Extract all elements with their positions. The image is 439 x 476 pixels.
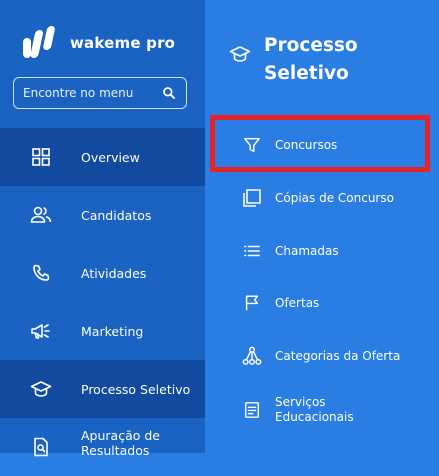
submenu-item-ofertas[interactable]: Ofertas (205, 283, 439, 323)
list-icon (241, 240, 263, 262)
sidebar-item-label: Apuração de Resultados (81, 428, 160, 458)
menu-search (13, 77, 187, 109)
sidebar-item-processo-seletivo[interactable]: Processo Seletivo (0, 360, 205, 418)
graduation-cap-icon (30, 378, 52, 400)
submenu-item-copias-de-concurso[interactable]: Cópias de Concurso (205, 178, 439, 218)
sidebar-item-marketing[interactable]: Marketing (0, 302, 205, 360)
graduation-cap-icon (229, 44, 255, 70)
submenu-panel: Processo Seletivo Concursos Cópias de Co… (205, 0, 439, 453)
megaphone-icon (30, 320, 52, 342)
sidebar-item-atividades[interactable]: Atividades (0, 244, 205, 302)
copy-icon (241, 187, 263, 209)
document-search-icon (30, 436, 52, 458)
search-icon[interactable] (162, 86, 176, 100)
highlight-box (210, 115, 430, 172)
submenu-header: Processo Seletivo (229, 32, 394, 88)
page-title: Processo Seletivo (264, 35, 358, 84)
submenu-item-label: Chamadas (275, 243, 339, 258)
submenu-item-label: Categorias da Oferta (275, 348, 401, 363)
submenu-item-label: Cópias de Concurso (275, 190, 394, 205)
sidebar-item-candidatos[interactable]: Candidatos (0, 186, 205, 244)
submenu-item-servicos-educacionais[interactable]: Serviços Educacionais (205, 388, 439, 432)
sidebar-nav: Overview Candidatos Atividades Marketing… (0, 128, 205, 476)
users-icon (30, 204, 52, 226)
grid-icon (30, 146, 52, 168)
phone-icon (30, 262, 52, 284)
brand[interactable]: wakeme pro (20, 24, 175, 62)
submenu-item-categorias-da-oferta[interactable]: Categorias da Oferta (205, 336, 439, 376)
sidebar-item-label: Atividades (81, 265, 147, 281)
document-icon (241, 399, 263, 421)
search-input[interactable] (23, 86, 162, 100)
hierarchy-icon (241, 345, 263, 367)
sidebar-item-label: Overview (81, 149, 140, 165)
submenu-item-chamadas[interactable]: Chamadas (205, 231, 439, 271)
submenu-item-label: Ofertas (275, 295, 320, 310)
sidebar-item-label: Marketing (81, 323, 144, 339)
flag-icon (241, 292, 263, 314)
submenu-item-label: Serviços Educacionais (275, 395, 354, 424)
sidebar-item-label: Candidatos (81, 207, 152, 223)
sidebar: wakeme pro Overview Candidatos Atividade… (0, 0, 205, 458)
sidebar-item-label: Processo Seletivo (81, 381, 191, 397)
sidebar-item-apuracao-resultados[interactable]: Apuração de Resultados (0, 418, 205, 476)
sidebar-item-overview[interactable]: Overview (0, 128, 205, 186)
wakeme-logo-icon (20, 24, 56, 62)
brand-name: wakeme pro (70, 34, 176, 52)
